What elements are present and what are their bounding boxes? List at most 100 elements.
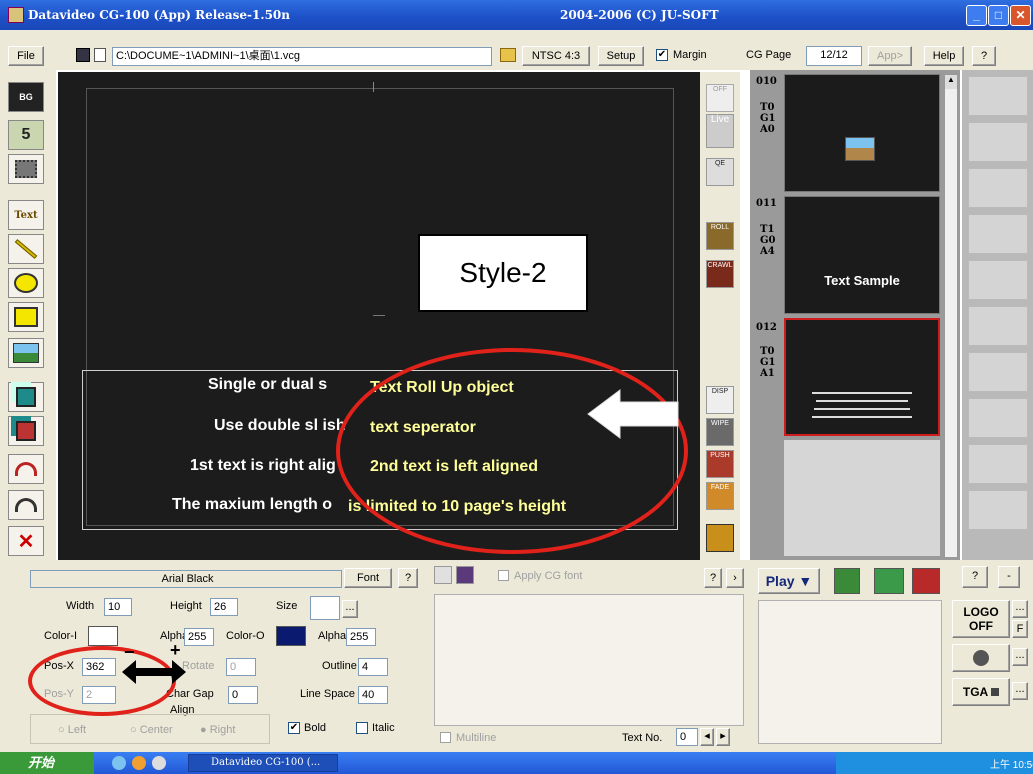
text-list-icon[interactable] [434,566,452,584]
side-minus-button[interactable]: - [998,566,1020,588]
tga-more-button[interactable]: ... [1012,682,1028,700]
file-path-field[interactable]: C:\DOCUME~1\ADMINI~1\桌面\1.vcg [112,47,492,66]
logo-more-button[interactable]: ... [1012,600,1028,618]
disp-icon[interactable]: DISP [706,386,734,414]
align-bottom-icon[interactable] [8,454,44,484]
page-thumbnail-selected[interactable] [784,318,940,436]
logo-slot[interactable] [968,444,1028,484]
file-button[interactable]: File [8,46,44,66]
logo-slot[interactable] [968,306,1028,346]
multiline-checkbox[interactable] [440,732,451,743]
help-button[interactable]: Help [924,46,964,66]
align-left-radio[interactable]: ○ Left [58,724,86,736]
transition-next-icon[interactable] [874,568,904,594]
margin-checkbox[interactable]: ✔ [656,49,668,61]
rotate-field[interactable]: 0 [226,658,256,676]
logo-off-button[interactable]: LOGO OFF [952,600,1010,638]
height-field[interactable]: 26 [210,598,238,616]
line-tool-icon[interactable] [8,234,44,264]
page-thumbnail[interactable]: Text Sample [784,196,940,314]
play-button[interactable]: Play ▼ [758,568,820,594]
tga-button[interactable]: TGA [952,678,1010,706]
push-icon[interactable]: PUSH [706,450,734,478]
fade-icon[interactable]: FADE [706,482,734,510]
logo-f-button[interactable]: F [1012,620,1028,638]
color-i-swatch[interactable] [88,626,118,646]
media-icon[interactable] [132,756,146,770]
format-button[interactable]: NTSC 4:3 [522,46,590,66]
question-button[interactable]: ? [972,46,996,66]
text-help-button[interactable]: ? [704,568,722,588]
setup-button[interactable]: Setup [598,46,644,66]
camera-button[interactable] [952,644,1010,672]
text-no-prev[interactable]: ◂ [700,728,714,746]
page-list[interactable]: 010 T0 G1 A0 011 T1 G0 A4 Text Sample 01… [750,70,960,562]
rectangle-tool-icon[interactable] [8,302,44,332]
color-o-swatch[interactable] [276,626,306,646]
line-space-field[interactable]: 40 [358,686,388,704]
live-icon[interactable]: Live [706,114,734,148]
box-select-icon[interactable] [8,154,44,184]
off-icon[interactable]: OFF [706,84,734,112]
logo-slot[interactable] [968,398,1028,438]
apply-cg-font-checkbox[interactable] [498,570,509,581]
size-more-button[interactable]: ... [342,600,358,618]
font-name-field[interactable]: Arial Black [30,570,342,588]
align-right-radio[interactable]: ● Right [200,724,235,736]
taskbar-app-button[interactable]: Datavideo CG-100 (... [188,754,338,772]
maximize-button[interactable]: □ [988,5,1009,26]
font-help-button[interactable]: ? [398,568,418,588]
page-thumbnail[interactable] [784,74,940,192]
close-button[interactable]: ✕ [1010,5,1031,26]
logo-slot[interactable] [968,122,1028,162]
app-button[interactable]: App> [868,46,912,66]
cg-page-field[interactable]: 12/12 [806,46,862,66]
logo-slot[interactable] [968,214,1028,254]
bold-checkbox[interactable]: ✔ [288,722,300,734]
bg-icon[interactable]: BG [8,82,44,112]
width-field[interactable]: 10 [104,598,132,616]
preview-canvas[interactable]: Single or dual s Use double sl ish 1st t… [58,72,700,562]
start-button[interactable]: 开始 [0,752,94,774]
picture-tool-icon[interactable] [8,338,44,368]
new-file-icon[interactable] [94,48,106,62]
logo-slot[interactable] [968,490,1028,530]
logo-slot[interactable] [968,260,1028,300]
save-icon[interactable] [76,48,90,62]
alpha-o-field[interactable]: 255 [346,628,376,646]
wipe-icon[interactable]: WIPE [706,418,734,446]
delete-icon[interactable]: ✕ [8,526,44,556]
transition-in-icon[interactable] [834,568,860,594]
page-list-scrollbar[interactable]: ▲ [944,74,958,558]
logo-slot[interactable] [968,76,1028,116]
layer-front-icon[interactable] [8,382,44,412]
char-gap-field[interactable]: 0 [228,686,258,704]
text-edit-area[interactable] [434,594,744,726]
logo-slot[interactable] [968,352,1028,392]
roll-icon[interactable]: ROLL [706,222,734,250]
quick-edit-icon[interactable]: QE [706,158,734,186]
crawl-icon[interactable]: CRAWL [706,260,734,288]
minimize-button[interactable]: _ [966,5,987,26]
text-tool-icon[interactable]: Text [8,200,44,230]
layer-back-icon[interactable] [8,416,44,446]
open-folder-icon[interactable] [500,48,516,62]
still-icon[interactable] [706,524,734,552]
align-center-radio[interactable]: ○ Center [130,724,173,736]
align-top-icon[interactable] [8,490,44,520]
ellipse-tool-icon[interactable] [8,268,44,298]
font-button[interactable]: Font [344,568,392,588]
text-no-field[interactable]: 0 [676,728,698,746]
play-list-area[interactable] [758,600,942,744]
alpha-i-field[interactable]: 255 [184,628,214,646]
size-field[interactable] [310,596,340,620]
cg-font-icon[interactable] [456,566,474,584]
number-icon[interactable]: 5 [8,120,44,150]
text-next-button[interactable]: › [726,568,744,588]
ie-icon[interactable] [112,756,126,770]
italic-checkbox[interactable] [356,722,368,734]
empty-page-slot[interactable] [784,440,940,556]
logo-slot[interactable] [968,168,1028,208]
camera-more-button[interactable]: ... [1012,648,1028,666]
desktop-icon[interactable] [152,756,166,770]
